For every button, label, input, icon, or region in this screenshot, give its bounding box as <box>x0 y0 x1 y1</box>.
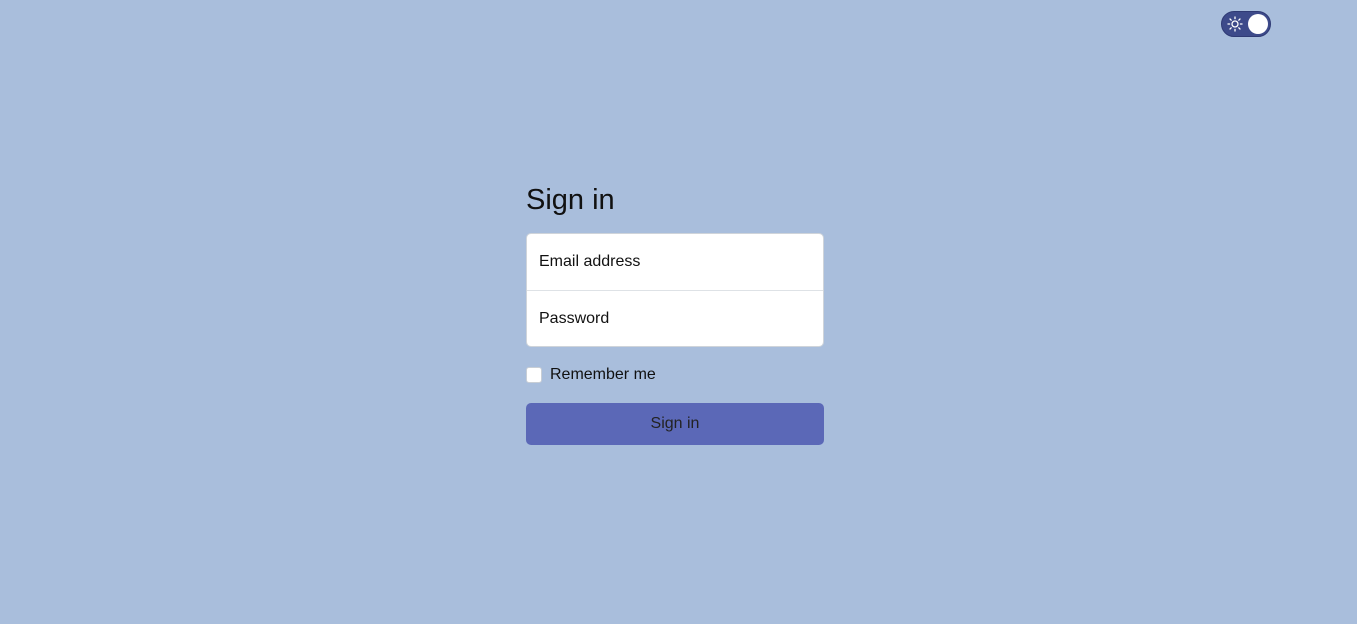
theme-toggle[interactable] <box>1221 11 1271 37</box>
remember-me-row: Remember me <box>526 366 824 384</box>
password-field[interactable] <box>539 309 811 328</box>
email-field[interactable] <box>539 253 811 271</box>
page-title: Sign in <box>526 184 615 216</box>
signin-form: Sign in Remember me Sign in <box>526 182 824 445</box>
email-field-wrapper <box>527 234 823 290</box>
credentials-group <box>526 233 824 347</box>
remember-me-checkbox[interactable] <box>526 367 542 383</box>
sun-icon <box>1227 16 1243 32</box>
sign-in-button[interactable]: Sign in <box>526 403 824 445</box>
password-field-wrapper <box>527 290 823 346</box>
toggle-knob <box>1248 14 1268 34</box>
remember-me-label[interactable]: Remember me <box>550 366 656 384</box>
